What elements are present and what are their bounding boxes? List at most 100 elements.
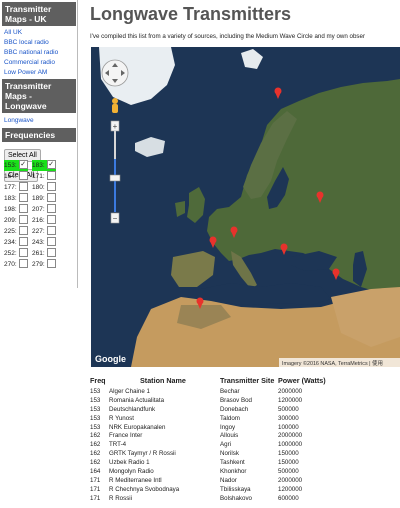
frequency-label: 164:: [4, 173, 17, 180]
cell-power: 1000000: [278, 441, 303, 449]
cell-freq: 164: [90, 468, 101, 476]
frequency-option[interactable]: 180:: [32, 181, 56, 193]
cell-station-name: Deutschlandfunk: [109, 405, 156, 413]
frequency-checkbox[interactable]: [18, 203, 28, 213]
transmitter-map[interactable]: + − Google Imagery ©2016 NASA, TerraMetr…: [91, 47, 400, 367]
zoom-in-button[interactable]: +: [113, 122, 118, 131]
frequency-option[interactable]: 234:: [4, 236, 28, 248]
frequency-checkbox[interactable]: [18, 258, 28, 268]
link-commercial-radio[interactable]: Commercial radio: [0, 58, 77, 68]
frequency-option[interactable]: 207:: [32, 203, 56, 215]
map-attribution: Imagery ©2016 NASA, TerraMetrics | 使用: [282, 359, 383, 367]
cell-power: 150000: [278, 459, 299, 467]
frequency-label: 216:: [32, 217, 45, 224]
frequency-checkbox[interactable]: [18, 225, 28, 235]
frequency-checkbox[interactable]: [46, 236, 56, 246]
frequency-option[interactable]: 164:: [4, 170, 28, 182]
frequency-option[interactable]: 243:: [32, 236, 56, 248]
frequency-checkbox[interactable]: ✓: [18, 159, 28, 169]
frequency-checkbox[interactable]: [46, 203, 56, 213]
frequency-option[interactable]: 189:: [32, 192, 56, 204]
frequency-option[interactable]: 252:: [4, 247, 28, 259]
google-logo[interactable]: Google: [95, 354, 126, 364]
link-low-power-am[interactable]: Low Power AM: [0, 68, 77, 78]
cell-station-name: Alger Chaine 1: [109, 388, 150, 395]
cell-power: 100000: [278, 423, 299, 431]
zoom-out-button[interactable]: −: [113, 214, 118, 223]
frequency-option[interactable]: 171:: [32, 170, 56, 182]
frequency-label: 270:: [4, 261, 17, 268]
frequency-checkbox[interactable]: [18, 192, 28, 202]
frequency-checkbox[interactable]: [46, 214, 56, 224]
frequency-label: 209:: [4, 217, 17, 224]
cell-transmitter-site: Donebach: [220, 405, 249, 413]
frequency-checkbox[interactable]: [46, 258, 56, 268]
header-freq: Freq: [90, 376, 106, 385]
frequency-checkbox[interactable]: [46, 225, 56, 235]
frequency-checkbox[interactable]: [46, 170, 56, 180]
cell-freq: 153: [90, 405, 101, 413]
link-longwave[interactable]: Longwave: [0, 116, 77, 126]
frequency-option[interactable]: 153: ✓: [4, 159, 28, 171]
frequency-option[interactable]: 183: ✓: [32, 159, 56, 171]
frequency-checkbox[interactable]: [46, 247, 56, 257]
frequency-row: 177: 180:: [4, 181, 74, 193]
map-canvas[interactable]: + − Google Imagery ©2016 NASA, TerraMetr…: [91, 47, 400, 367]
street-view-pegman-icon[interactable]: [112, 98, 118, 113]
frequency-label: 261:: [32, 250, 45, 257]
frequency-option[interactable]: 209:: [4, 214, 28, 226]
cell-station-name: GRTK Taymyr / R Rossii: [109, 450, 176, 458]
frequency-option[interactable]: 183:: [4, 192, 28, 204]
cell-transmitter-site: Brasov Bod: [220, 396, 252, 404]
cell-freq: 162: [90, 441, 101, 449]
link-bbc-national-radio[interactable]: BBC national radio: [0, 48, 77, 58]
frequency-checkbox[interactable]: [18, 236, 28, 246]
cell-transmitter-site: Tashkent: [220, 459, 245, 467]
cell-freq: 171: [90, 485, 101, 493]
frequency-row: 225: 227:: [4, 225, 74, 237]
frequency-checkbox[interactable]: [18, 170, 28, 180]
frequency-checkbox[interactable]: [46, 181, 56, 191]
cell-power: 300000: [278, 414, 299, 422]
cell-power: 500000: [278, 405, 299, 413]
frequency-checkbox[interactable]: [18, 214, 28, 224]
frequencies-heading: Frequencies: [2, 128, 76, 142]
frequency-checkbox[interactable]: [46, 192, 56, 202]
table-row: 153 NRK Europakanalen Ingoy 100000: [90, 424, 400, 433]
frequency-option[interactable]: 227:: [32, 225, 56, 237]
cell-station-name: R Mediterranee Intl: [109, 476, 162, 484]
cell-station-name: R Yunost: [109, 414, 134, 422]
cell-station-name: Mongolyn Radio: [109, 468, 154, 476]
sidebar: Transmitter Maps - UK All UK BBC local r…: [0, 0, 78, 288]
frequency-row: 234: 243:: [4, 236, 74, 248]
cell-freq: 153: [90, 414, 101, 422]
cell-power: 1200000: [278, 396, 303, 404]
pan-control[interactable]: [101, 59, 129, 87]
frequency-option[interactable]: 225:: [4, 225, 28, 237]
frequency-option[interactable]: 177:: [4, 181, 28, 193]
frequency-label: 252:: [4, 250, 17, 257]
cell-power: 500000: [278, 468, 299, 476]
frequency-row: 183: 189:: [4, 192, 74, 204]
cell-power: 2000000: [278, 432, 303, 440]
table-row: 162 TRT-4 Agri 1000000: [90, 441, 400, 450]
cell-freq: 153: [90, 423, 101, 431]
frequency-checkbox[interactable]: ✓: [46, 159, 56, 169]
cell-freq: 153: [90, 388, 101, 395]
link-bbc-local-radio[interactable]: BBC local radio: [0, 38, 77, 48]
header-power: Power (Watts): [278, 376, 326, 385]
cell-transmitter-site: Khonkhor: [220, 468, 247, 476]
frequency-option[interactable]: 261:: [32, 247, 56, 259]
frequency-option[interactable]: 216:: [32, 214, 56, 226]
frequency-option[interactable]: 279:: [32, 258, 56, 270]
frequency-checkbox[interactable]: [18, 181, 28, 191]
frequency-checkbox[interactable]: [18, 247, 28, 257]
frequency-option[interactable]: 270:: [4, 258, 28, 270]
cell-transmitter-site: Tbilisskaya: [220, 485, 251, 493]
cell-transmitter-site: Agri: [220, 441, 232, 449]
cell-station-name: France Inter: [109, 432, 143, 440]
frequency-option[interactable]: 198:: [4, 203, 28, 215]
link-all-uk[interactable]: All UK: [0, 28, 77, 38]
table-header: Freq Station Name Transmitter Site Power…: [90, 376, 400, 388]
cell-transmitter-site: Ingoy: [220, 423, 236, 431]
